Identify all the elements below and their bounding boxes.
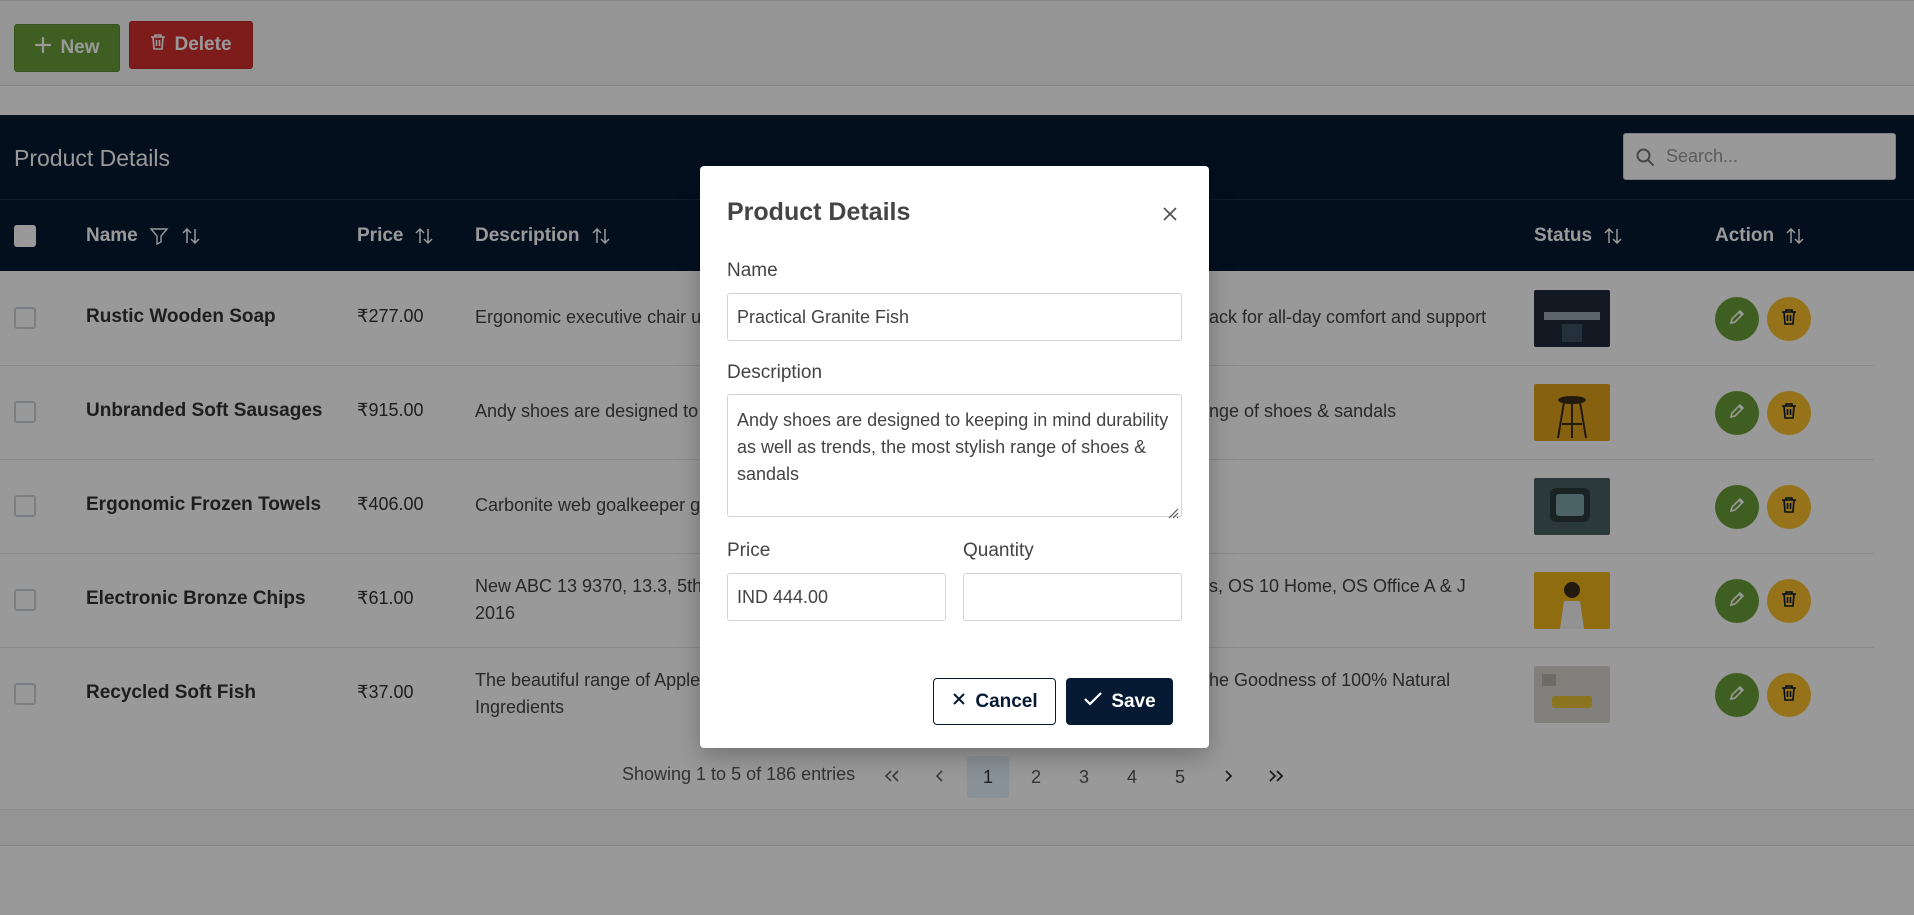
name-label: Name (727, 260, 778, 281)
description-value: Andy shoes are designed to keeping in mi… (737, 410, 1169, 484)
page: New Delete Product Details Name (0, 0, 1914, 915)
dialog-title: Product Details (727, 198, 911, 226)
close-icon (951, 691, 967, 713)
name-input[interactable]: Practical Granite Fish (727, 293, 1182, 341)
cancel-button-label: Cancel (975, 690, 1038, 712)
description-textarea[interactable]: Andy shoes are designed to keeping in mi… (727, 394, 1182, 519)
check-icon (1083, 691, 1103, 713)
save-button-label: Save (1111, 690, 1156, 712)
price-input[interactable]: IND 444.00 (727, 573, 946, 621)
dialog-close-button[interactable] (1154, 200, 1186, 232)
save-button[interactable]: Save (1066, 678, 1173, 725)
product-dialog: Product Details Name Practical Granite F… (700, 166, 1209, 748)
price-label: Price (727, 540, 771, 561)
quantity-input[interactable] (963, 573, 1182, 621)
cancel-button[interactable]: Cancel (933, 678, 1056, 725)
description-label: Description (727, 362, 823, 383)
close-icon (1161, 205, 1179, 228)
resize-grip-icon[interactable] (1165, 500, 1179, 519)
quantity-label: Quantity (963, 540, 1034, 561)
